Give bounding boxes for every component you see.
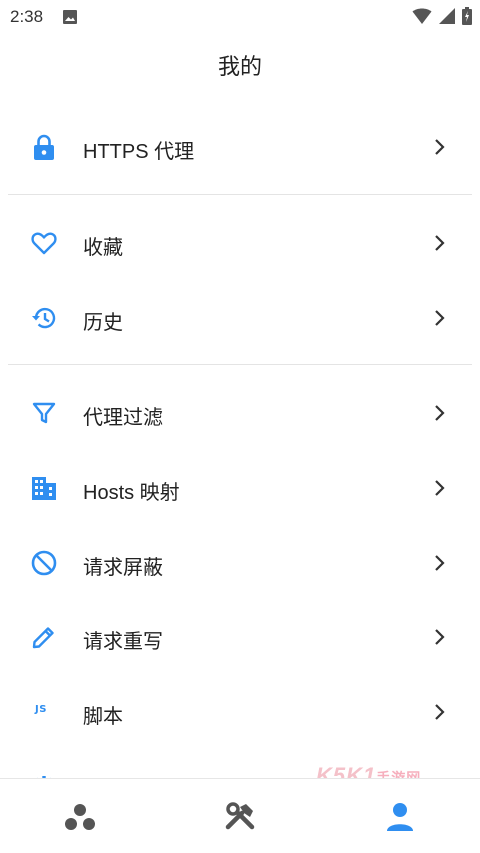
wifi-icon: [412, 7, 432, 30]
chevron-right-icon: [434, 138, 446, 156]
bottom-navigation: [0, 778, 480, 853]
menu-label: Hosts 映射: [83, 482, 180, 504]
heart-icon: [30, 229, 58, 257]
divider: [8, 364, 472, 365]
chevron-right-icon: [434, 309, 446, 327]
building-icon: [30, 474, 58, 502]
page-title: 我的: [217, 54, 262, 79]
js-icon: JS: [35, 704, 47, 715]
menu-label: HTTPS 代理: [83, 141, 195, 163]
chevron-right-icon: [434, 554, 446, 572]
status-time: 2:38: [10, 7, 44, 26]
menu-label: 收藏: [83, 237, 123, 259]
lock-icon: [30, 133, 58, 161]
menu-label: 脚本: [83, 706, 123, 728]
status-bar: 2:38: [0, 0, 480, 34]
nav-home-dots-icon[interactable]: [62, 801, 98, 833]
menu-item-favorites[interactable]: 收藏: [0, 213, 480, 273]
status-icons: [412, 7, 472, 30]
menu-item-request-rewrite[interactable]: 请求重写: [0, 607, 480, 667]
nav-tools-icon[interactable]: [222, 801, 258, 833]
menu-label: 请求重写: [83, 631, 163, 653]
chevron-right-icon: [434, 479, 446, 497]
nav-profile-person-icon[interactable]: [382, 801, 418, 833]
menu-label: 历史: [83, 312, 123, 334]
image-notification-icon: [62, 9, 78, 30]
divider: [8, 194, 472, 195]
menu-label: 请求屏蔽: [83, 557, 163, 579]
history-icon: [30, 304, 58, 332]
chevron-right-icon: [434, 703, 446, 721]
menu-label: 代理过滤: [83, 407, 163, 429]
block-icon: [30, 549, 58, 577]
menu-item-hosts-mapping[interactable]: Hosts 映射: [0, 458, 480, 518]
menu-item-history[interactable]: 历史: [0, 288, 480, 348]
menu-item-proxy-filter[interactable]: 代理过滤: [0, 383, 480, 443]
menu-item-request-block[interactable]: 请求屏蔽: [0, 533, 480, 593]
menu-item-script[interactable]: JS 脚本: [0, 682, 480, 742]
chevron-right-icon: [434, 628, 446, 646]
chevron-right-icon: [434, 234, 446, 252]
menu-item-https-proxy[interactable]: HTTPS 代理: [0, 117, 480, 177]
chevron-right-icon: [434, 404, 446, 422]
signal-icon: [438, 7, 456, 30]
app-header: 我的: [0, 34, 480, 90]
pencil-icon: [30, 623, 58, 651]
filter-icon: [30, 399, 58, 427]
battery-icon: [462, 7, 472, 30]
